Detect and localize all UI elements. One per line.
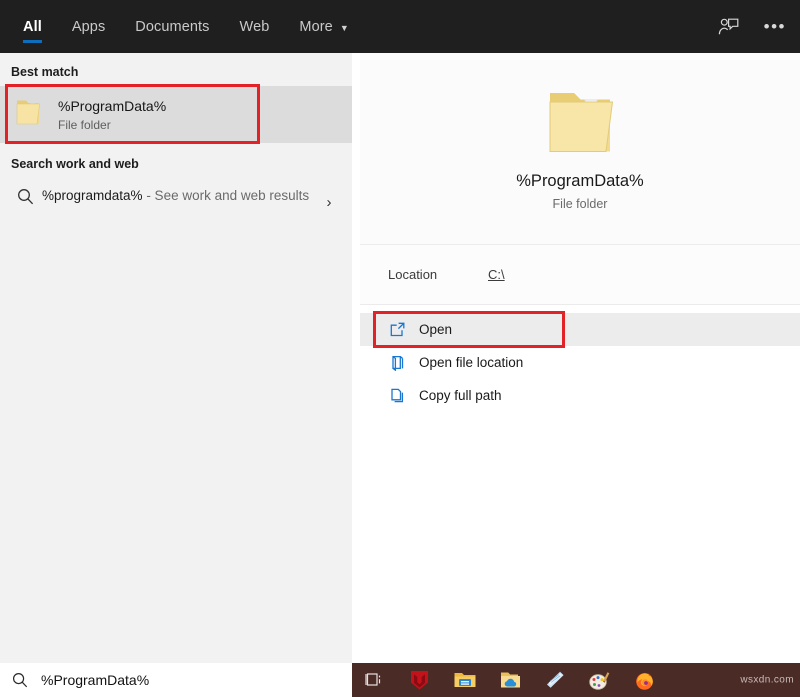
action-copy-full-path[interactable]: Copy full path <box>360 379 800 412</box>
action-open-file-location-label: Open file location <box>419 355 523 370</box>
search-input-value[interactable]: %ProgramData% <box>41 672 149 688</box>
best-match-title: %ProgramData% <box>58 98 166 115</box>
task-view-icon[interactable] <box>352 663 397 697</box>
watermark: wsxdn.com <box>740 675 794 686</box>
preview-card: %ProgramData% File folder <box>360 53 800 245</box>
onedrive-folder-icon[interactable] <box>487 663 532 697</box>
search-work-web-heading: Search work and web <box>0 143 352 178</box>
tab-all-label: All <box>23 19 42 35</box>
open-file-location-icon <box>384 354 410 371</box>
windows-search-screen: All Apps Documents Web More ▼ <box>0 0 800 697</box>
location-label: Location <box>388 267 488 282</box>
person-feedback-icon[interactable] <box>716 14 742 40</box>
file-explorer-icon[interactable] <box>442 663 487 697</box>
location-row: Location C:\ <box>360 245 800 305</box>
tab-documents[interactable]: Documents <box>120 0 224 53</box>
best-match-texts: %ProgramData% File folder <box>58 98 166 132</box>
action-open-label: Open <box>419 322 452 337</box>
microsoft-store-icon[interactable] <box>532 663 577 697</box>
taskbar: wsxdn.com <box>352 663 800 697</box>
best-match-result[interactable]: %ProgramData% File folder <box>0 86 352 143</box>
results-pane: Best match <box>0 53 352 663</box>
search-tabbar: All Apps Documents Web More ▼ <box>0 0 800 53</box>
action-copy-full-path-label: Copy full path <box>419 388 502 403</box>
tab-apps[interactable]: Apps <box>57 0 120 53</box>
chevron-right-icon[interactable]: › <box>316 186 342 211</box>
action-open-file-location[interactable]: Open file location <box>360 346 800 379</box>
best-match-subtitle: File folder <box>58 118 166 132</box>
tab-all[interactable]: All <box>8 0 57 53</box>
web-search-text: %programdata% - See work and web results <box>40 186 316 205</box>
tab-web-label: Web <box>240 19 270 35</box>
search-icon <box>12 672 28 688</box>
action-open[interactable]: Open <box>360 313 800 346</box>
tab-more[interactable]: More ▼ <box>284 0 363 53</box>
folder-large-icon <box>544 87 616 158</box>
taskbar-search-box[interactable]: %ProgramData% <box>0 663 352 697</box>
more-options-icon[interactable]: ••• <box>764 22 786 32</box>
copy-icon <box>384 387 410 404</box>
tab-web[interactable]: Web <box>225 0 285 53</box>
folder-icon <box>14 97 42 132</box>
best-match-heading: Best match <box>0 53 352 86</box>
firefox-icon[interactable] <box>622 663 667 697</box>
open-external-icon <box>384 321 410 338</box>
search-body: Best match <box>0 53 800 663</box>
tab-apps-label: Apps <box>72 19 105 35</box>
tab-active-underline <box>23 40 42 43</box>
tab-documents-label: Documents <box>135 19 209 35</box>
paint-icon[interactable] <box>577 663 622 697</box>
details-pane: %ProgramData% File folder Location C:\ <box>360 53 800 663</box>
web-search-query: %programdata% <box>42 188 143 203</box>
action-list: Open Open file location <box>360 305 800 412</box>
tab-list: All Apps Documents Web More ▼ <box>0 0 364 53</box>
location-link[interactable]: C:\ <box>488 267 505 282</box>
tab-more-label: More <box>299 19 332 35</box>
chevron-down-icon: ▼ <box>340 23 349 33</box>
preview-subtitle: File folder <box>553 197 608 211</box>
web-search-suggestion[interactable]: %programdata% - See work and web results… <box>0 178 352 219</box>
preview-title: %ProgramData% <box>516 172 643 191</box>
search-icon <box>10 186 40 205</box>
web-search-suffix: - See work and web results <box>143 188 310 203</box>
tabbar-actions: ••• <box>716 0 800 53</box>
mcafee-icon[interactable] <box>397 663 442 697</box>
